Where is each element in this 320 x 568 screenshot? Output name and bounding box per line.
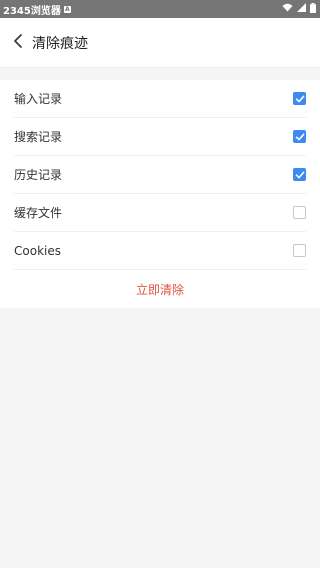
action-row: 立即清除 [0, 270, 320, 308]
options-list: 输入记录 搜索记录 历史记录 缓存文件 Cookies 立即清除 [0, 80, 320, 308]
option-row-cookies[interactable]: Cookies [14, 232, 306, 270]
option-checkbox[interactable] [293, 206, 306, 219]
checkmark-icon [295, 133, 304, 140]
clear-now-button[interactable]: 立即清除 [136, 281, 184, 298]
option-row-input-records[interactable]: 输入记录 [14, 80, 306, 118]
chevron-left-icon [13, 33, 23, 52]
option-row-cache-files[interactable]: 缓存文件 [14, 194, 306, 232]
option-label: 搜索记录 [14, 130, 63, 144]
wifi-icon [282, 3, 293, 15]
option-checkbox[interactable] [293, 130, 306, 143]
status-right [282, 2, 316, 16]
option-checkbox[interactable] [293, 92, 306, 105]
option-row-history-records[interactable]: 历史记录 [14, 156, 306, 194]
status-bar-text: 2345浏览器 [3, 5, 61, 17]
option-label: 输入记录 [14, 92, 63, 106]
checkmark-icon [295, 171, 304, 178]
option-label: 历史记录 [14, 168, 63, 182]
option-checkbox[interactable] [293, 168, 306, 181]
checkmark-icon [295, 95, 304, 102]
notification-badge: A [63, 5, 71, 13]
status-left: 2345浏览器 A [3, 2, 71, 17]
status-bar: 2345浏览器 A [0, 0, 320, 18]
signal-icon [297, 3, 306, 15]
option-checkbox[interactable] [293, 244, 306, 257]
battery-icon [310, 2, 316, 16]
option-label: 缓存文件 [14, 206, 63, 220]
header: 清除痕迹 [0, 18, 320, 68]
option-row-search-records[interactable]: 搜索记录 [14, 118, 306, 156]
page-title: 清除痕迹 [32, 35, 88, 52]
option-label: Cookies [14, 243, 61, 258]
section-gap [0, 68, 320, 80]
back-button[interactable] [4, 18, 32, 68]
